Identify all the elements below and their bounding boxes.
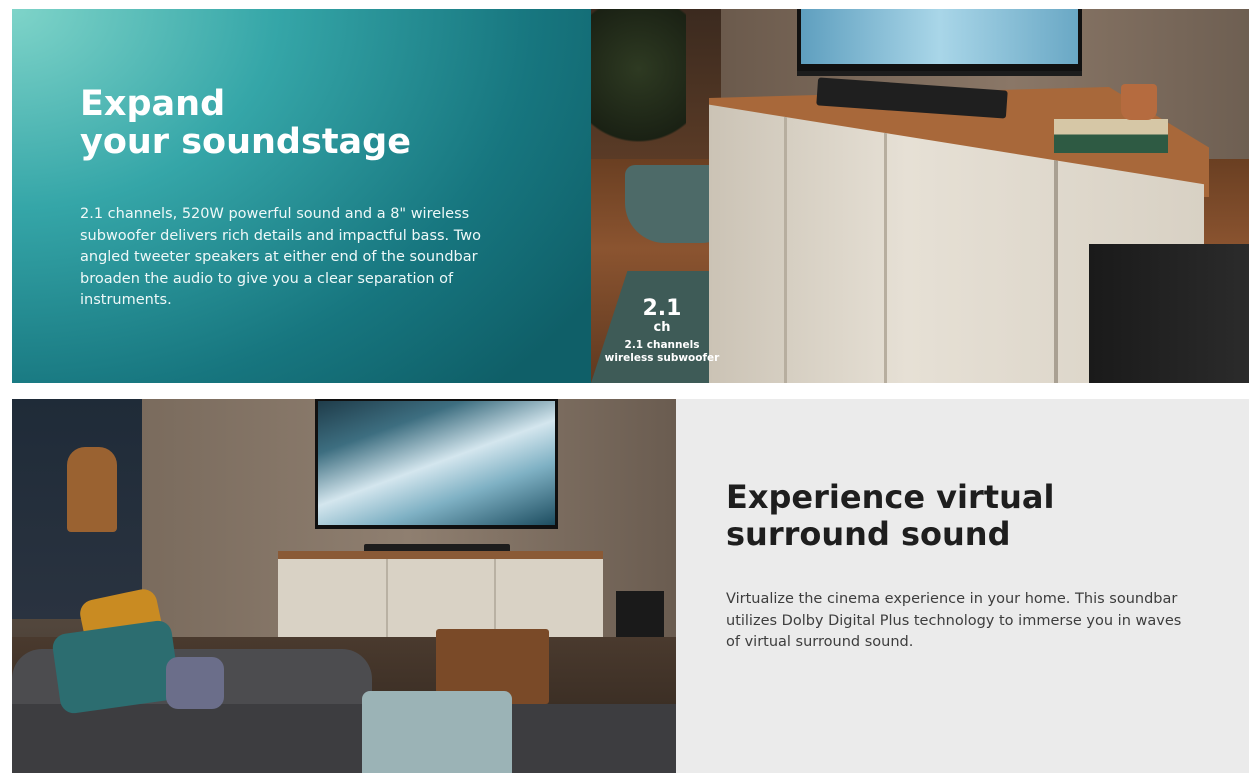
channel-badge-unit: ch	[653, 320, 671, 335]
sofa-front	[12, 704, 676, 773]
throw-blanket	[362, 691, 512, 773]
feature-heading: Experience virtual surround sound	[726, 479, 1054, 553]
living-room-soundbar-photo: 2.1 ch 2.1 channels wireless subwoofer	[591, 9, 1249, 383]
feature-banner-surround: Experience virtual surround sound Virtua…	[12, 399, 1249, 773]
cushion-patterned	[166, 657, 224, 709]
feature-heading-line2: your soundstage	[80, 122, 411, 162]
feature-heading-line1: Expand	[80, 84, 226, 124]
feature-heading-line2: surround sound	[726, 515, 1011, 553]
feature-text-panel: Experience virtual surround sound Virtua…	[676, 399, 1249, 773]
channel-badge: 2.1 ch 2.1 channels wireless subwoofer	[591, 297, 733, 365]
feature-description: 2.1 channels, 520W powerful sound and a …	[80, 206, 481, 308]
books	[1054, 119, 1168, 153]
tv-screen	[797, 9, 1082, 76]
channel-badge-number: 2.1	[642, 296, 682, 321]
potted-plant	[1121, 84, 1157, 120]
plant-decor	[591, 9, 686, 159]
living-room-tv-photo	[12, 399, 676, 773]
subwoofer	[1089, 244, 1249, 383]
cushion-teal	[51, 619, 181, 715]
feature-description: Virtualize the cinema experience in your…	[726, 591, 1182, 650]
feature-heading: Expand your soundstage	[80, 85, 411, 161]
channel-badge-line2: wireless subwoofer	[604, 352, 720, 364]
dining-chair	[67, 447, 117, 532]
feature-heading-line1: Experience virtual	[726, 478, 1055, 516]
feature-text-panel: Expand your soundstage 2.1 channels, 520…	[12, 9, 591, 383]
channel-badge-line1: 2.1 channels	[624, 339, 700, 351]
tv-screen	[315, 399, 558, 529]
feature-banner-soundstage: Expand your soundstage 2.1 channels, 520…	[12, 9, 1249, 383]
